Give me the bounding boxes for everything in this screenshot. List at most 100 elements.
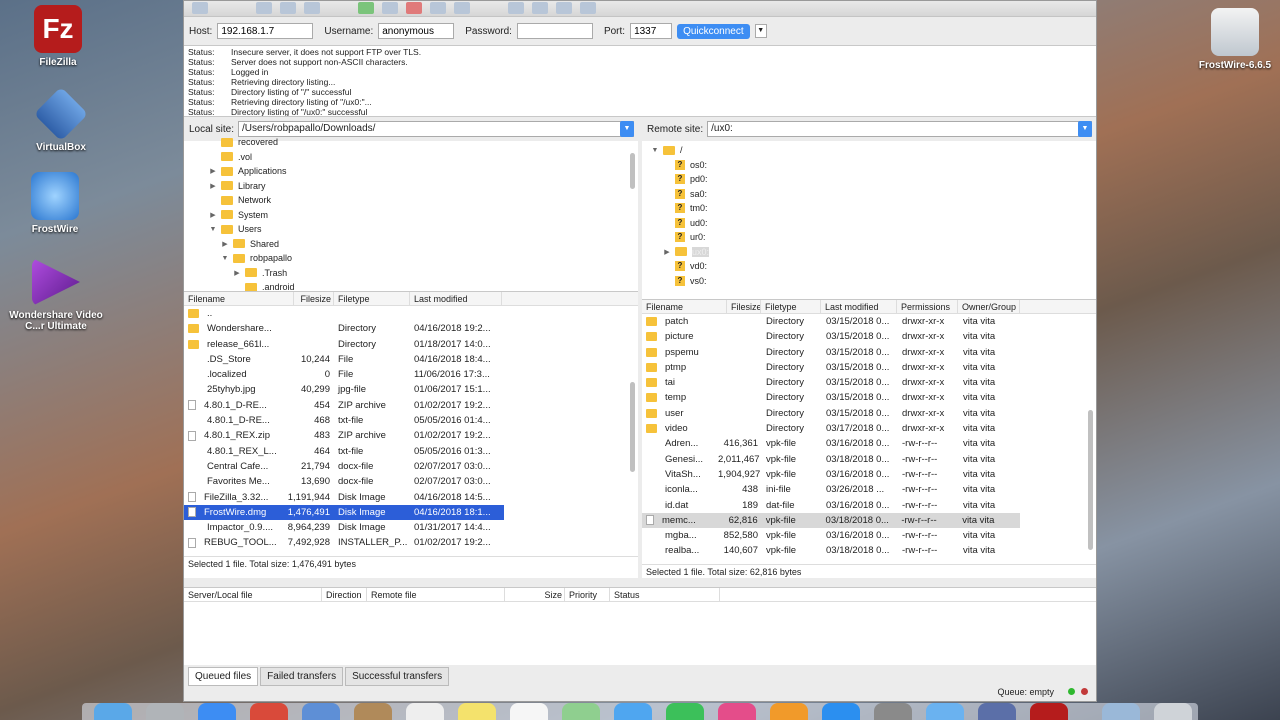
file-row[interactable]: picture Directory 03/15/2018 0... drwxr-xr-…	[642, 329, 1096, 344]
file-row[interactable]: 25tyhyb.jpg 40,299 jpg-file 01/06/2017 15:1…	[184, 382, 638, 397]
file-row[interactable]: iconla... 438 ini-file 03/26/2018 ... -rw-r-…	[642, 482, 1096, 497]
triangle-down-icon[interactable]: ▼	[220, 255, 230, 262]
col-remote-file[interactable]: Remote file	[367, 588, 505, 601]
frostwire-dock-icon[interactable]	[926, 703, 964, 720]
tree-node[interactable]: ? ud0:	[642, 216, 1096, 231]
triangle-right-icon[interactable]: ▶	[662, 248, 672, 256]
file-row[interactable]: ..	[184, 306, 638, 321]
tree-node[interactable]: ▶ .Trash	[184, 266, 638, 281]
tree-node[interactable]: .android	[184, 280, 638, 291]
tree-node[interactable]: ▶ Library	[184, 179, 638, 194]
toggle-log-icon[interactable]	[256, 2, 272, 14]
file-row[interactable]: release_661l... Directory 01/18/2017 14:0.…	[184, 337, 638, 352]
tree-node[interactable]: .vol	[184, 150, 638, 165]
tree-node[interactable]: ▶ Shared	[184, 237, 638, 252]
triangle-right-icon[interactable]: ▶	[232, 269, 242, 277]
file-row[interactable]: temp Directory 03/15/2018 0... drwxr-xr-x vi…	[642, 390, 1096, 405]
refresh-icon[interactable]	[358, 2, 374, 14]
tree-node[interactable]: ▼ robpapallo	[184, 251, 638, 266]
col-filetype[interactable]: Filetype	[334, 292, 410, 305]
col-filename[interactable]: Filename	[642, 300, 727, 313]
cancel-icon[interactable]	[406, 2, 422, 14]
triangle-down-icon[interactable]: ▼	[650, 147, 660, 154]
message-log[interactable]: Status: Insecure server, it does not supp…	[184, 45, 1096, 117]
tree-node[interactable]: ? tm0:	[642, 201, 1096, 216]
file-row[interactable]: id.dat 189 dat-file 03/16/2018 0... -rw-r--r…	[642, 498, 1096, 513]
quickconnect-history-dropdown[interactable]: ▼	[754, 24, 767, 38]
itunes-dock-icon[interactable]	[718, 703, 756, 720]
contacts-dock-icon[interactable]	[354, 703, 392, 720]
col-last-modified[interactable]: Last modified	[410, 292, 502, 305]
tree-node[interactable]: ? vd0:	[642, 259, 1096, 274]
tree-node[interactable]: ? sa0:	[642, 187, 1096, 202]
desktop-icon-wondershare[interactable]: Wondershare Video C...r Ultimate	[1, 258, 111, 332]
file-row[interactable]: REBUG_TOOL... 7,492,928 INSTALLER_P... 01/0…	[184, 535, 638, 550]
tree-node[interactable]: ▶ Applications	[184, 164, 638, 179]
file-row[interactable]: 4.80.1_REX.zip 483 ZIP archive 01/02/2017 1…	[184, 428, 638, 443]
password-input[interactable]	[516, 23, 593, 39]
file-row[interactable]: 4.80.1_REX_L... 464 txt-file 05/05/2016 01:…	[184, 444, 638, 459]
col-status[interactable]: Status	[610, 588, 720, 601]
tree-node[interactable]: ▶ System	[184, 208, 638, 223]
port-input[interactable]	[630, 23, 673, 39]
desktop-icon-frostwire[interactable]: FrostWire	[0, 172, 110, 235]
ibooks-dock-icon[interactable]	[770, 703, 808, 720]
local-tree-scrollbar[interactable]	[630, 153, 635, 189]
col-filetype[interactable]: Filetype	[761, 300, 821, 313]
col-size[interactable]: Size	[505, 588, 565, 601]
col-filename[interactable]: Filename	[184, 292, 294, 305]
mail-dock-icon[interactable]	[302, 703, 340, 720]
file-row[interactable]: 4.80.1_D-RE... 468 txt-file 05/05/2016 01:4…	[184, 413, 638, 428]
tree-node[interactable]: Network	[184, 193, 638, 208]
trash-dock-icon[interactable]	[1154, 703, 1192, 720]
col-permissions[interactable]: Permissions	[897, 300, 958, 313]
chrome-dock-icon[interactable]	[250, 703, 288, 720]
reconnect-icon[interactable]	[454, 2, 470, 14]
file-row[interactable]: Impactor_0.9.... 8,964,239 Disk Image 01/31…	[184, 520, 638, 535]
file-row[interactable]: .localized 0 File 11/06/2016 17:3...	[184, 367, 638, 382]
triangle-right-icon[interactable]: ▶	[208, 211, 218, 219]
filter-icon[interactable]	[382, 2, 398, 14]
desktop-icon-virtualbox[interactable]: VirtualBox	[6, 86, 116, 153]
host-input[interactable]	[217, 23, 314, 39]
triangle-right-icon[interactable]: ▶	[220, 240, 230, 248]
search-icon[interactable]	[532, 2, 548, 14]
safari-dock-icon[interactable]	[198, 703, 236, 720]
file-row[interactable]: patch Directory 03/15/2018 0... drwxr-xr-x v…	[642, 314, 1096, 329]
quickconnect-button[interactable]: Quickconnect	[677, 23, 750, 39]
file-row[interactable]: Favorites Me... 13,690 docx-file 02/07/2017…	[184, 474, 638, 489]
tree-node[interactable]: recovered	[184, 135, 638, 150]
col-last-modified[interactable]: Last modified	[821, 300, 897, 313]
finder-dock-icon[interactable]	[94, 703, 132, 720]
tree-node[interactable]: ▶ ux0:	[642, 245, 1096, 260]
triangle-right-icon[interactable]: ▶	[208, 167, 218, 175]
system-preferences-dock-icon[interactable]	[874, 703, 912, 720]
virtualbox-dock-icon[interactable]	[978, 703, 1016, 720]
messages-dock-icon[interactable]	[614, 703, 652, 720]
file-row[interactable]: mgba... 852,580 vpk-file 03/16/2018 0... -rw…	[642, 528, 1096, 543]
file-row[interactable]: Genesi... 2,011,467 vpk-file 03/18/2018 0..…	[642, 452, 1096, 467]
file-row[interactable]: 4.80.1_D-RE... 454 ZIP archive 01/02/2017 1…	[184, 398, 638, 413]
file-row[interactable]: Central Cafe... 21,794 docx-file 02/07/2017…	[184, 459, 638, 474]
disconnect-icon[interactable]	[430, 2, 446, 14]
tree-node[interactable]: ? os0:	[642, 158, 1096, 173]
remote-site-path-input[interactable]: /ux0: ▼	[707, 121, 1092, 137]
tree-node[interactable]: ▼ Users	[184, 222, 638, 237]
remote-list-scrollbar[interactable]	[1088, 410, 1093, 550]
file-row[interactable]: realba... 140,607 vpk-file 03/18/2018 0... -…	[642, 543, 1096, 558]
tree-node[interactable]: ? ur0:	[642, 230, 1096, 245]
site-manager-icon[interactable]	[192, 2, 208, 14]
tree-node[interactable]: ? vs0:	[642, 274, 1096, 289]
file-row[interactable]: FileZilla_3.32... 1,191,944 Disk Image 04/1…	[184, 490, 638, 505]
file-row[interactable]: FrostWire.dmg 1,476,491 Disk Image 04/16/20…	[184, 504, 504, 521]
tree-node[interactable]: ? pd0:	[642, 172, 1096, 187]
chevron-down-icon[interactable]: ▼	[1078, 121, 1092, 137]
tree-node[interactable]: ▼ /	[642, 143, 1096, 158]
desktop-icon-filezilla[interactable]: Fz FileZilla	[3, 5, 113, 68]
col-owner-group[interactable]: Owner/Group	[958, 300, 1020, 313]
col-priority[interactable]: Priority	[565, 588, 610, 601]
file-row[interactable]: VitaSh... 1,904,927 vpk-file 03/16/2018 0..…	[642, 467, 1096, 482]
triangle-down-icon[interactable]: ▼	[208, 226, 218, 233]
col-filesize[interactable]: Filesize	[294, 292, 334, 305]
file-row[interactable]: .DS_Store 10,244 File 04/16/2018 18:4...	[184, 352, 638, 367]
